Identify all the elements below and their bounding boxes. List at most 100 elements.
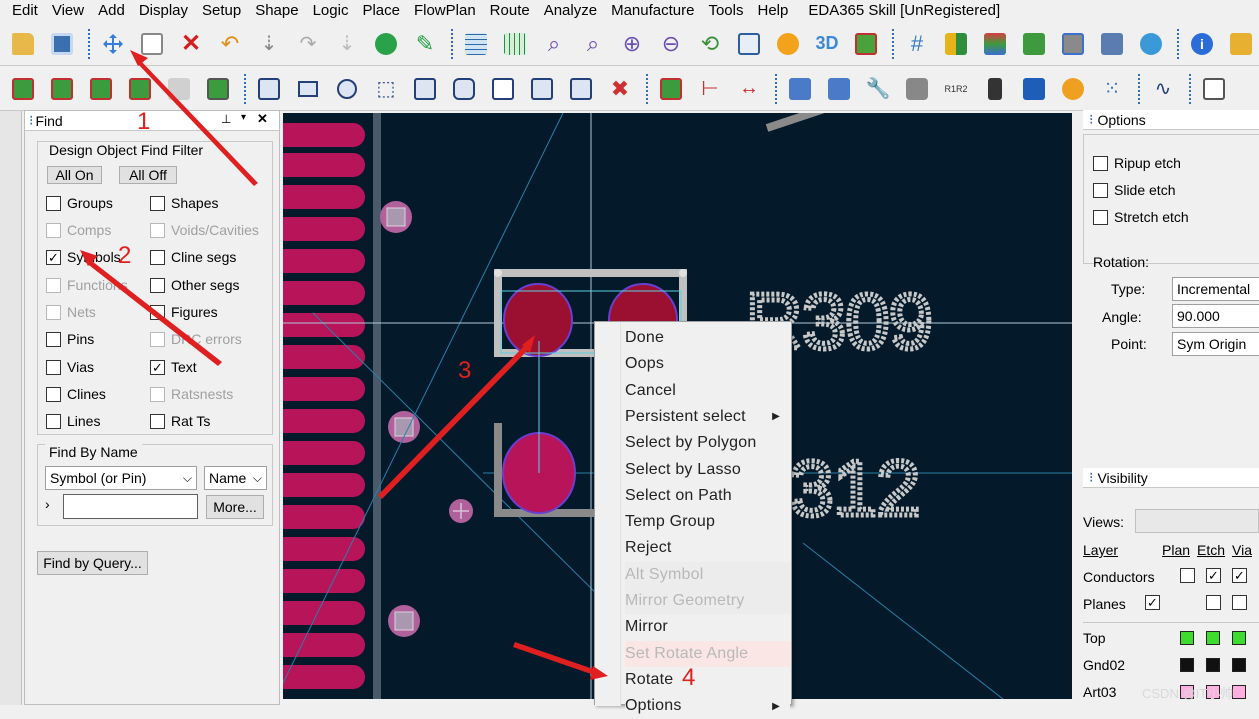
menu-tools[interactable]: Tools bbox=[708, 2, 743, 19]
menu-setup[interactable]: Setup bbox=[202, 2, 241, 19]
menu-item-mirror-geometry[interactable]: Mirror Geometry bbox=[625, 588, 790, 614]
filter-text-checkbox[interactable]: ✓ Text bbox=[150, 359, 197, 375]
route-icon[interactable]: ∿ bbox=[1148, 74, 1178, 104]
3d-view-icon[interactable]: 3D bbox=[812, 29, 842, 59]
menu-item-alt-symbol[interactable]: Alt Symbol bbox=[625, 561, 790, 588]
rotation-type-select[interactable]: Incremental bbox=[1172, 277, 1259, 301]
planes-all-checkbox[interactable]: ✓ bbox=[1145, 595, 1160, 610]
delete-icon[interactable]: ✕ bbox=[176, 29, 206, 59]
ripup-etch-checkbox[interactable]: Ripup etch bbox=[1093, 155, 1181, 171]
line-icon[interactable] bbox=[254, 74, 284, 104]
component-alt-icon[interactable] bbox=[47, 74, 77, 104]
filter-shapes-checkbox[interactable]: Shapes bbox=[150, 195, 218, 211]
menu-edit[interactable]: Edit bbox=[12, 2, 38, 19]
filter-drc-errors-checkbox[interactable]: DRC errors bbox=[150, 331, 242, 347]
filter-cline-segs-checkbox[interactable]: Cline segs bbox=[150, 249, 236, 265]
conductors-via-checkbox[interactable]: ✓ bbox=[1232, 568, 1247, 583]
layer-color-swatch[interactable] bbox=[1180, 658, 1194, 672]
all-on-button[interactable]: All On bbox=[47, 166, 102, 184]
filter-lines-checkbox[interactable]: Lines bbox=[46, 413, 100, 429]
open-icon[interactable] bbox=[8, 29, 38, 59]
all-off-button[interactable]: All Off bbox=[119, 166, 177, 184]
hash-grid-icon[interactable]: # bbox=[902, 29, 932, 59]
stretch-etch-checkbox[interactable]: Stretch etch bbox=[1093, 209, 1189, 225]
menu-item-persistent-select[interactable]: Persistent select ▶ bbox=[625, 404, 790, 430]
planes-etch-checkbox[interactable] bbox=[1206, 595, 1221, 610]
layer-color-swatch[interactable] bbox=[1206, 658, 1220, 672]
dots-grid-icon[interactable]: ⁙ bbox=[1097, 74, 1127, 104]
menu-item-options[interactable]: Options ▶ bbox=[625, 693, 790, 719]
globe-icon[interactable] bbox=[371, 29, 401, 59]
close-icon[interactable]: ✕ bbox=[257, 111, 268, 127]
filter-figures-checkbox[interactable]: Figures bbox=[150, 304, 218, 320]
zoom-center-icon[interactable] bbox=[734, 29, 764, 59]
menu-item-select-by-lasso[interactable]: Select by Lasso bbox=[625, 457, 790, 483]
filter-voids-cavities-checkbox[interactable]: Voids/Cavities bbox=[150, 222, 259, 238]
planes-via-checkbox[interactable] bbox=[1232, 595, 1247, 610]
component-icon[interactable] bbox=[8, 74, 38, 104]
shape-disabled-icon[interactable] bbox=[164, 74, 194, 104]
grid-snap-icon[interactable] bbox=[500, 29, 530, 59]
rectangle-icon[interactable] bbox=[293, 74, 323, 104]
panel-menu-icon[interactable]: ▾ bbox=[241, 112, 246, 123]
conductors-plan-checkbox[interactable] bbox=[1180, 568, 1195, 583]
menu-item-rotate[interactable]: Rotate bbox=[625, 666, 790, 693]
views-select[interactable] bbox=[1135, 509, 1259, 533]
down-arrow-icon[interactable]: ⇣ bbox=[254, 29, 284, 59]
report-icon[interactable] bbox=[1226, 29, 1256, 59]
zoom-window-icon[interactable]: ⌕ bbox=[578, 29, 608, 59]
redraw-icon[interactable] bbox=[773, 29, 803, 59]
filter-vias-checkbox[interactable]: Vias bbox=[46, 359, 94, 375]
filter-pins-checkbox[interactable]: Pins bbox=[46, 331, 94, 347]
slide-etch-checkbox[interactable]: Slide etch bbox=[1093, 182, 1175, 198]
dimension-icon[interactable] bbox=[656, 74, 686, 104]
dimension-linear-icon[interactable]: ⊢ bbox=[695, 74, 725, 104]
bookmark-icon[interactable] bbox=[980, 74, 1010, 104]
layer-color-swatch[interactable] bbox=[1232, 658, 1246, 672]
save-icon[interactable] bbox=[47, 29, 77, 59]
menu-shape[interactable]: Shape bbox=[255, 2, 298, 19]
wrench-icon[interactable]: 🔧 bbox=[863, 74, 893, 104]
filter-groups-checkbox[interactable]: Groups bbox=[46, 195, 113, 211]
book-icon[interactable] bbox=[824, 74, 854, 104]
menu-item-oops[interactable]: Oops bbox=[625, 351, 790, 377]
chevron-right-icon[interactable]: › bbox=[45, 496, 50, 512]
stack-icon[interactable] bbox=[1019, 29, 1049, 59]
menu-item-mirror[interactable]: Mirror bbox=[625, 614, 790, 641]
undo-icon[interactable]: ↶ bbox=[215, 29, 245, 59]
filter-comps-checkbox[interactable]: Comps bbox=[46, 222, 111, 238]
find-name-select[interactable]: Name ⌵ bbox=[204, 466, 267, 490]
conductors-etch-checkbox[interactable]: ✓ bbox=[1206, 568, 1221, 583]
group-icon[interactable] bbox=[125, 74, 155, 104]
constraint-manager-icon[interactable] bbox=[1058, 29, 1088, 59]
filter-ratsnests-checkbox[interactable]: Ratsnests bbox=[150, 386, 233, 402]
filter-functions-checkbox[interactable]: Functions bbox=[46, 277, 128, 293]
world-icon[interactable] bbox=[1136, 29, 1166, 59]
menu-help[interactable]: Help bbox=[758, 2, 789, 19]
menu-logic[interactable]: Logic bbox=[313, 2, 349, 19]
menu-item-done[interactable]: Done bbox=[625, 325, 790, 351]
filter-rat-ts-checkbox[interactable]: Rat Ts bbox=[150, 413, 210, 429]
find-by-query-button[interactable]: Find by Query... bbox=[37, 551, 148, 575]
menu-item-cancel[interactable]: Cancel bbox=[625, 378, 790, 404]
zoom-in-icon[interactable]: ⊕ bbox=[617, 29, 647, 59]
layer-color-swatch[interactable] bbox=[1232, 685, 1246, 699]
filter-symbols-checkbox[interactable]: ✓ Symbols bbox=[46, 249, 121, 265]
layer-color-swatch[interactable] bbox=[1232, 631, 1246, 645]
grid-icon[interactable] bbox=[461, 29, 491, 59]
odb-icon[interactable] bbox=[785, 74, 815, 104]
renumber-icon[interactable]: R1R2 bbox=[941, 74, 971, 104]
redo-icon[interactable]: ↷ bbox=[293, 29, 323, 59]
shape-circle-icon[interactable] bbox=[527, 74, 557, 104]
shape-square-icon[interactable] bbox=[488, 74, 518, 104]
angle-input[interactable]: 90.000 bbox=[1172, 304, 1259, 328]
outline-icon[interactable] bbox=[203, 74, 233, 104]
color-palette-icon[interactable] bbox=[941, 29, 971, 59]
menu-item-select-by-polygon[interactable]: Select by Polygon bbox=[625, 430, 790, 456]
flip-board-icon[interactable] bbox=[851, 29, 881, 59]
menu-route[interactable]: Route bbox=[490, 2, 530, 19]
select-icon[interactable]: ⬚ bbox=[371, 74, 401, 104]
matrix-icon[interactable] bbox=[1019, 74, 1049, 104]
dfa-icon[interactable] bbox=[1097, 29, 1127, 59]
find-type-select[interactable]: Symbol (or Pin) ⌵ bbox=[45, 466, 197, 490]
